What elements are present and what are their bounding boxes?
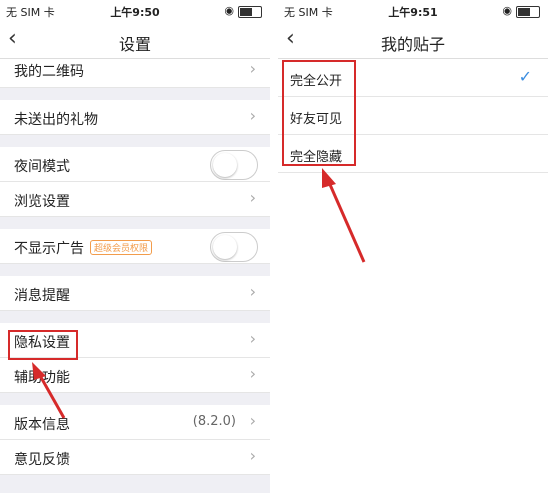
settings-screen: 无 SIM 卡 上午9:50 ◉ ‹ 设置 我的二维码 › 未送出的礼物 › 夜… bbox=[0, 0, 270, 493]
annotation-arrow-right bbox=[322, 168, 366, 263]
annotation-arrow-left bbox=[32, 362, 66, 419]
my-posts-screen: 无 SIM 卡 上午9:51 ◉ ‹ 我的贴子 完全公开 ✓ 好友可见 完全隐藏 bbox=[278, 0, 548, 493]
